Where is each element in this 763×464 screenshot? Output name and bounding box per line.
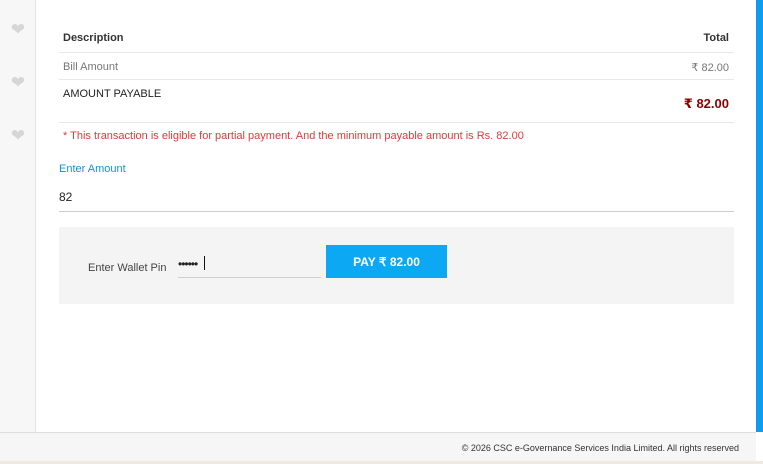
partial-payment-notice: * This transaction is eligible for parti…	[63, 130, 524, 142]
amount-payable-row: AMOUNT PAYABLE ₹ 82.00	[59, 80, 734, 123]
wallet-pin-label: Enter Wallet Pin	[88, 262, 167, 274]
enter-amount-label: Enter Amount	[59, 163, 126, 175]
description-header: Description	[63, 32, 124, 44]
heart-icon[interactable]: ❤	[9, 74, 27, 91]
table-row: Bill Amount ₹ 82.00	[59, 53, 734, 80]
footer: © 2026 CSC e-Governance Services India L…	[0, 432, 756, 461]
bill-amount-label: Bill Amount	[63, 61, 119, 73]
amount-input[interactable]	[59, 183, 734, 212]
heart-icon[interactable]: ❤	[9, 21, 27, 38]
copyright-text: © 2026 CSC e-Governance Services India L…	[461, 443, 739, 453]
bill-summary-table: Description Total Bill Amount ₹ 82.00 AM…	[59, 24, 734, 123]
table-header: Description Total	[59, 24, 734, 53]
wallet-pin-panel: Enter Wallet Pin PAY ₹ 82.00	[59, 227, 734, 304]
right-accent-bar	[756, 0, 763, 432]
total-header: Total	[703, 32, 729, 44]
pay-button[interactable]: PAY ₹ 82.00	[326, 245, 447, 278]
amount-payable-label: AMOUNT PAYABLE	[63, 88, 162, 100]
left-sidebar: ❤ ❤ ❤	[0, 0, 36, 432]
payment-page: ❤ ❤ ❤ Description Total Bill Amount ₹ 82…	[0, 0, 763, 464]
text-caret	[204, 256, 205, 270]
wallet-pin-input[interactable]	[178, 251, 321, 278]
amount-payable-value: ₹ 82.00	[683, 96, 729, 111]
heart-icon[interactable]: ❤	[9, 127, 27, 144]
bill-amount-value: ₹ 82.00	[691, 62, 729, 74]
